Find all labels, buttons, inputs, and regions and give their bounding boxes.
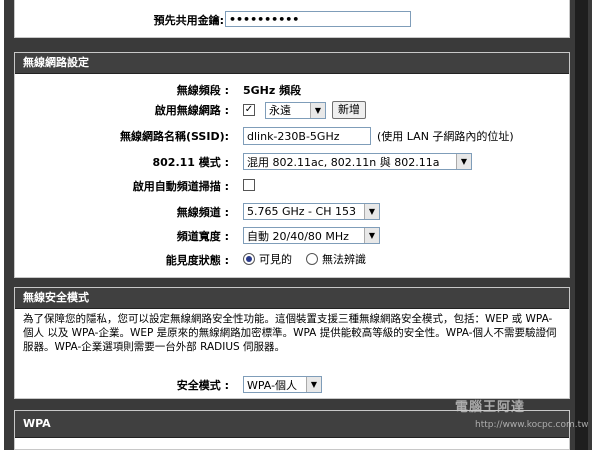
visible-option-label: 可見的 (259, 253, 292, 266)
security-description: 為了保障您的隱私，您可以設定無線網路安全性功能。這個裝置支援三種無線網路安全模式… (23, 313, 557, 353)
wireless-settings-panel: 無線網路設定 無線頻段 : 5GHz 頻段 啟用無線網路 : ✓ 永遠 ▼ 新增… (14, 52, 570, 278)
enable-wireless-checkbox[interactable]: ✓ (243, 104, 255, 116)
psk-panel: 預先共用金鑰: •••••••••• (14, 0, 570, 38)
visible-radio[interactable] (243, 253, 255, 265)
channel-width-label: 頻道寬度 : (176, 230, 229, 243)
psk-label: 預先共用金鑰: (153, 14, 224, 27)
channel-width-select[interactable]: 自動 20/40/80 MHz ▼ (243, 227, 380, 244)
security-mode-header: 無線安全模式 (15, 288, 569, 309)
watermark-url: http://www.kocpc.com.tw (475, 420, 589, 430)
schedule-select-value: 永遠 (269, 104, 291, 117)
add-schedule-button[interactable]: 新增 (332, 101, 366, 119)
security-mode-select-value: WPA-個人 (247, 378, 298, 392)
chevron-down-icon: ▼ (364, 228, 379, 243)
enable-wireless-label: 啟用無線網路 : (154, 104, 229, 117)
ssid-label: 無線網路名稱(SSID): (119, 130, 229, 143)
security-mode-panel: 無線安全模式 為了保障您的隱私，您可以設定無線網路安全性功能。這個裝置支援三種無… (14, 287, 570, 399)
scrollbar[interactable] (575, 0, 588, 450)
psk-input[interactable]: •••••••••• (225, 11, 411, 27)
band-value: 5GHz 頻段 (243, 84, 302, 97)
security-mode-label: 安全模式 : (176, 379, 229, 392)
chevron-down-icon: ▼ (306, 377, 321, 392)
channel-select-value: 5.765 GHz - CH 153 (247, 205, 356, 218)
watermark-logo: 電腦王阿達 (455, 400, 526, 415)
channel-label: 無線頻道 : (176, 206, 229, 219)
mode-label: 802.11 模式 : (152, 156, 229, 169)
wireless-settings-header: 無線網路設定 (15, 53, 569, 74)
auto-channel-checkbox[interactable] (243, 179, 255, 191)
wpa-panel: WPA (14, 410, 570, 450)
mode-select-value: 混用 802.11ac, 802.11n 與 802.11a (247, 155, 440, 169)
mode-select[interactable]: 混用 802.11ac, 802.11n 與 802.11a ▼ (243, 153, 472, 170)
ssid-hint: (使用 LAN 子網路內的位址) (377, 130, 514, 143)
channel-select[interactable]: 5.765 GHz - CH 153 ▼ (243, 203, 380, 220)
security-mode-select[interactable]: WPA-個人 ▼ (243, 376, 322, 393)
chevron-down-icon: ▼ (364, 204, 379, 219)
visibility-label: 能見度狀態 : (165, 254, 229, 267)
channel-width-select-value: 自動 20/40/80 MHz (247, 229, 349, 243)
schedule-select[interactable]: 永遠 ▼ (265, 101, 326, 119)
chevron-down-icon: ▼ (456, 154, 471, 169)
ssid-input[interactable]: dlink-230B-5GHz (243, 127, 371, 145)
invisible-radio[interactable] (306, 253, 318, 265)
invisible-option-label: 無法辨識 (322, 253, 366, 266)
auto-channel-label: 啟用自動頻道掃描 : (132, 180, 229, 193)
band-label: 無線頻段 : (176, 84, 229, 97)
chevron-down-icon: ▼ (310, 102, 325, 118)
